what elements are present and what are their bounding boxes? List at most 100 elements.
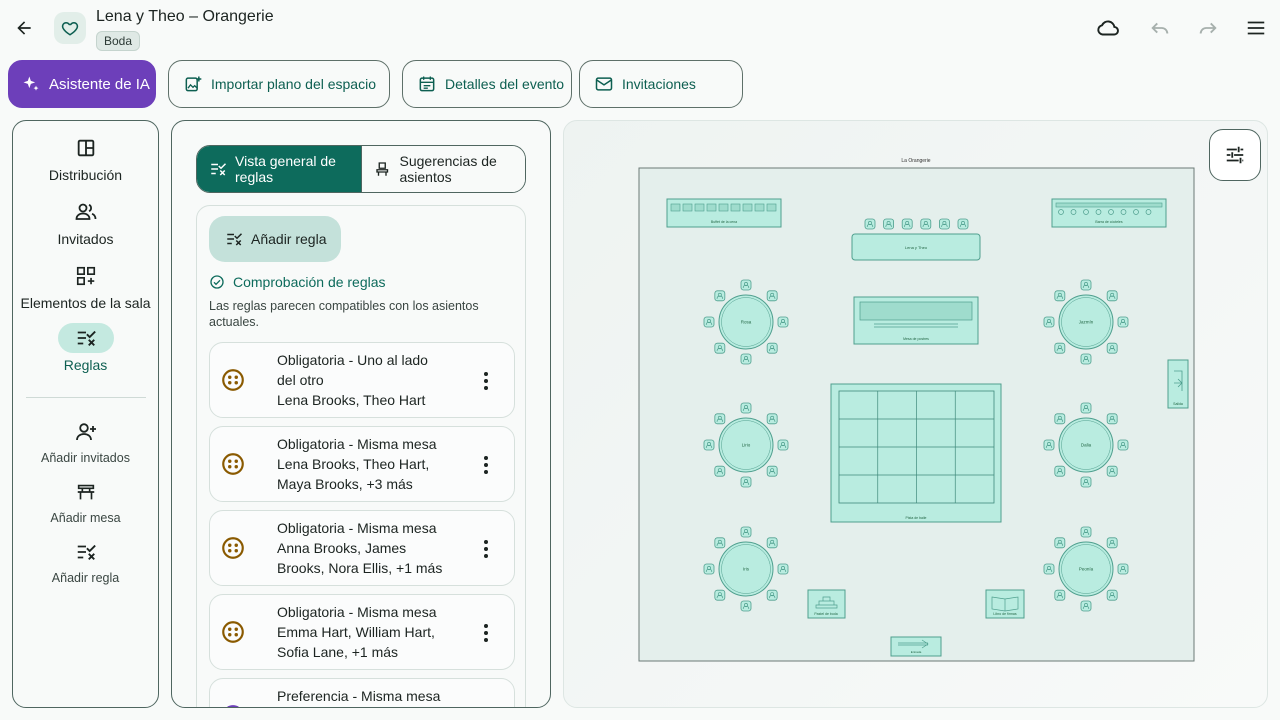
seat[interactable] (703, 316, 715, 328)
seat[interactable] (714, 342, 726, 354)
buffet-element[interactable]: Buffet de la cena (666, 198, 782, 228)
seat[interactable] (740, 476, 752, 488)
rail-item-rules[interactable]: Reglas (13, 323, 158, 373)
seat[interactable] (714, 589, 726, 601)
seat[interactable] (1054, 465, 1066, 477)
seat[interactable] (1054, 413, 1066, 425)
seat[interactable] (740, 353, 752, 365)
rail-item-guests[interactable]: Invitados (13, 197, 158, 247)
undo-button[interactable] (1144, 12, 1176, 44)
rule-item[interactable]: Preferencia - Misma mesa (209, 678, 515, 707)
seat[interactable] (1043, 316, 1055, 328)
seat[interactable] (938, 218, 950, 230)
seat[interactable] (766, 290, 778, 302)
navigation-rail: Distribución Invitados Elementos de la s… (12, 120, 159, 708)
seat[interactable] (703, 563, 715, 575)
floor-plan-canvas[interactable]: La Orangerie Buffet de la cena Barra de … (563, 120, 1268, 708)
invitations-button[interactable]: Invitaciones (579, 60, 743, 108)
more-vert-icon[interactable] (474, 621, 498, 645)
event-details-button[interactable]: Detalles del evento (402, 60, 572, 108)
dance-floor-element[interactable]: Pista de baile (830, 383, 1002, 523)
seat[interactable] (1106, 589, 1118, 601)
seat[interactable] (703, 439, 715, 451)
seat[interactable] (1043, 439, 1055, 451)
import-floorplan-button[interactable]: Importar plano del espacio (168, 60, 390, 108)
cloud-sync-button[interactable] (1092, 12, 1124, 44)
rail-item-room-elements[interactable]: Elementos de la sala (13, 261, 158, 311)
seat[interactable] (1117, 439, 1129, 451)
guestbook-element[interactable]: Libro de firmas (985, 589, 1025, 619)
seat[interactable] (766, 589, 778, 601)
seat[interactable] (1080, 526, 1092, 538)
more-vert-icon[interactable] (474, 453, 498, 477)
seat[interactable] (740, 526, 752, 538)
favorite-button[interactable] (54, 12, 86, 44)
tab-rules-overview[interactable]: Vista general de reglas (197, 146, 361, 192)
rule-title: Obligatoria - Misma mesa (277, 604, 437, 620)
seat[interactable] (1043, 563, 1055, 575)
seat[interactable] (1080, 353, 1092, 365)
ai-assistant-button[interactable]: Asistente de IA (8, 60, 156, 108)
seat[interactable] (1080, 476, 1092, 488)
more-vert-icon[interactable] (474, 369, 498, 393)
seat[interactable] (920, 218, 932, 230)
buffet-dish (730, 203, 741, 212)
seat[interactable] (1080, 600, 1092, 612)
seat[interactable] (1054, 342, 1066, 354)
entrance-element[interactable]: Entrada (890, 636, 942, 657)
seat[interactable] (766, 342, 778, 354)
seat[interactable] (777, 563, 789, 575)
seat[interactable] (1054, 537, 1066, 549)
menu-button[interactable] (1240, 12, 1272, 44)
seat[interactable] (1106, 290, 1118, 302)
seat[interactable] (714, 465, 726, 477)
floor-plan[interactable]: La Orangerie Buffet de la cena Barra de … (564, 121, 1268, 708)
seat[interactable] (714, 290, 726, 302)
add-rule-shortcut[interactable]: Añadir regla (13, 537, 158, 585)
cloud-icon (1097, 20, 1119, 36)
seat[interactable] (864, 218, 876, 230)
rail-item-layout[interactable]: Distribución (13, 133, 158, 183)
seat[interactable] (777, 439, 789, 451)
add-table-shortcut[interactable]: Añadir mesa (13, 477, 158, 525)
seat[interactable] (1080, 279, 1092, 291)
rule-item[interactable]: Obligatoria - Uno al lado del otro Lena B… (209, 342, 515, 418)
seat[interactable] (740, 402, 752, 414)
seat[interactable] (1117, 563, 1129, 575)
redo-button[interactable] (1192, 12, 1224, 44)
add-guests-shortcut[interactable]: Añadir invitados (13, 417, 158, 465)
seat[interactable] (740, 279, 752, 291)
seat[interactable] (1054, 589, 1066, 601)
seat[interactable] (766, 537, 778, 549)
rule-dots-icon (222, 537, 244, 559)
seat[interactable] (1106, 537, 1118, 549)
back-button[interactable] (8, 12, 40, 44)
rule-item[interactable]: Obligatoria - Misma mesa Lena Brooks, The… (209, 426, 515, 502)
more-vert-icon[interactable] (474, 537, 498, 561)
tab-seat-suggestions[interactable]: Sugerencias de asientos (360, 146, 525, 192)
exit-element[interactable]: Salida (1167, 359, 1189, 409)
seat[interactable] (883, 218, 895, 230)
seat[interactable] (766, 465, 778, 477)
seat[interactable] (1080, 402, 1092, 414)
seat[interactable] (714, 537, 726, 549)
seat[interactable] (1106, 465, 1118, 477)
add-rule-button[interactable]: Añadir regla (209, 216, 341, 262)
seat[interactable] (1106, 342, 1118, 354)
seat[interactable] (1054, 290, 1066, 302)
dessert-table-element[interactable]: Mesa de postres (853, 296, 979, 345)
seat[interactable] (901, 218, 913, 230)
rule-item[interactable]: Obligatoria - Misma mesa Emma Hart, Willi… (209, 594, 515, 670)
seat[interactable] (1106, 413, 1118, 425)
wedding-cake-element[interactable]: Pastel de boda (807, 589, 846, 619)
seat[interactable] (957, 218, 969, 230)
seat[interactable] (766, 413, 778, 425)
seat[interactable] (777, 316, 789, 328)
rule-add-icon (77, 544, 96, 560)
rule-item[interactable]: Obligatoria - Misma mesa Anna Brooks, Jam… (209, 510, 515, 586)
seat[interactable] (740, 600, 752, 612)
seat[interactable] (1117, 316, 1129, 328)
cocktail-bar-element[interactable]: Barra de cócteles (1051, 198, 1167, 228)
view-settings-button[interactable] (1209, 129, 1261, 181)
seat[interactable] (714, 413, 726, 425)
